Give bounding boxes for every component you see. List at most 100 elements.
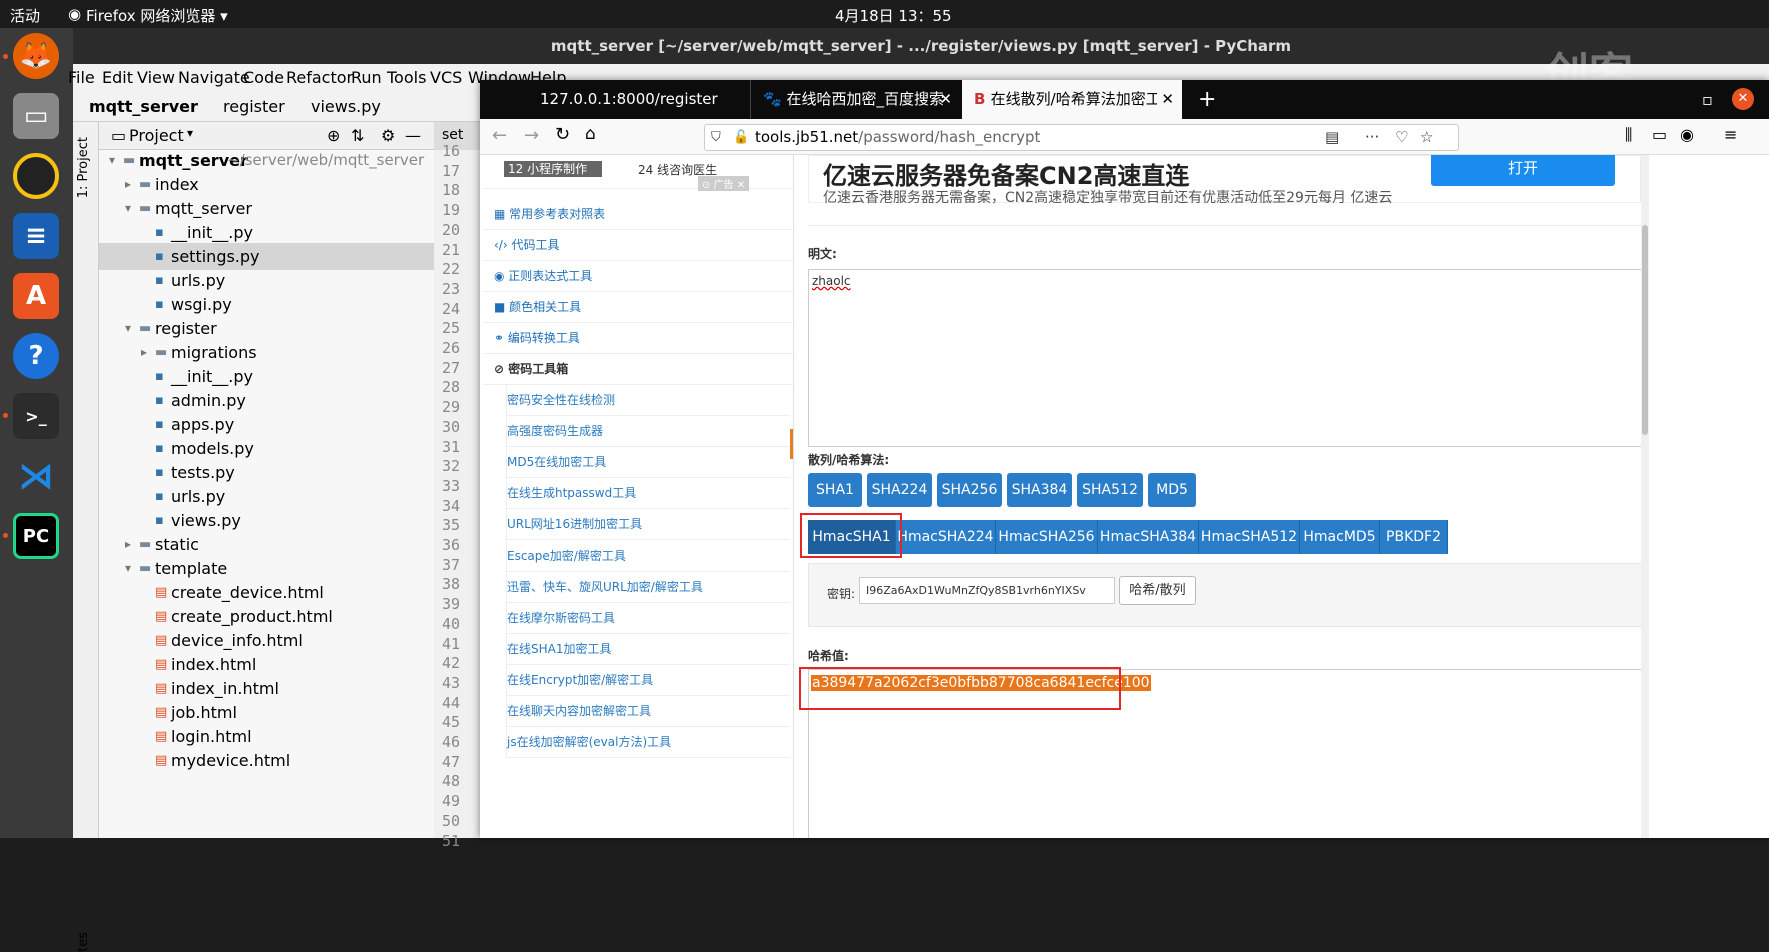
- reload-icon[interactable]: ↻: [555, 124, 570, 145]
- tree-item[interactable]: ▪ apps.py: [99, 411, 434, 438]
- project-tool-tab[interactable]: 1: Project tes: [73, 122, 99, 952]
- tree-item[interactable]: ▾ ▬ mqtt_server: [99, 195, 434, 222]
- menu-file[interactable]: File: [68, 68, 95, 87]
- tree-item[interactable]: ▤ job.html: [99, 699, 434, 726]
- shield-icon[interactable]: ⛉: [711, 125, 721, 150]
- key-input[interactable]: I96Za6AxD1WuMnZfQy8SB1vrh6nYIXSv: [859, 577, 1115, 604]
- hmac-button-hmacsha512[interactable]: HmacSHA512: [1199, 520, 1300, 554]
- algo-button-sha256[interactable]: SHA256: [937, 473, 1002, 507]
- menu-refactor[interactable]: Refactor: [286, 68, 353, 87]
- tool-link[interactable]: 在线SHA1加密工具: [506, 633, 790, 665]
- tree-item[interactable]: ▤ index.html: [99, 651, 434, 678]
- chevron-icon[interactable]: ▾: [125, 555, 131, 582]
- algo-button-sha512[interactable]: SHA512: [1077, 473, 1143, 507]
- terminal-icon[interactable]: >_: [13, 393, 59, 439]
- tree-item[interactable]: ▾ ▬ template: [99, 555, 434, 582]
- tree-item[interactable]: ▸ ▬ static: [99, 531, 434, 558]
- hmac-button-hmacsha256[interactable]: HmacSHA256: [996, 520, 1098, 554]
- menu-view[interactable]: View: [137, 68, 175, 87]
- tree-item[interactable]: ▪ models.py: [99, 435, 434, 462]
- tree-item[interactable]: ▤ login.html: [99, 723, 434, 750]
- sidebar-icon[interactable]: ▭: [1652, 125, 1667, 144]
- collapse-icon[interactable]: ⇅: [351, 126, 364, 145]
- tree-item[interactable]: ▪ urls.py: [99, 483, 434, 510]
- hmac-button-hmacsha384[interactable]: HmacSHA384: [1098, 520, 1199, 554]
- close-icon[interactable]: ✕: [1157, 80, 1174, 119]
- algo-button-sha224[interactable]: SHA224: [867, 473, 932, 507]
- reader-icon[interactable]: ▤: [1325, 125, 1339, 150]
- breadcrumb-file[interactable]: views.py: [311, 97, 381, 116]
- bookmark-star-icon[interactable]: ☆: [1420, 125, 1433, 150]
- chevron-icon[interactable]: ▸: [141, 339, 147, 366]
- tree-item[interactable]: ▤ create_device.html: [99, 579, 434, 606]
- ad-open-button[interactable]: 打开: [1431, 155, 1615, 186]
- scrollbar-thumb[interactable]: [1642, 225, 1648, 435]
- hmac-button-hmacmd5[interactable]: HmacMD5: [1300, 520, 1380, 554]
- new-tab-button[interactable]: +: [1186, 80, 1216, 119]
- tree-item[interactable]: ▪ tests.py: [99, 459, 434, 486]
- sidebar-item[interactable]: ‹/› 代码工具: [484, 230, 794, 261]
- tree-item[interactable]: ▾ ▬ register: [99, 315, 434, 342]
- files-icon[interactable]: ▭: [13, 93, 59, 139]
- algo-button-sha1[interactable]: SHA1: [808, 473, 862, 507]
- algo-button-md5[interactable]: MD5: [1148, 473, 1196, 507]
- tree-item[interactable]: ▤ mydevice.html: [99, 747, 434, 774]
- tree-item[interactable]: ▪ views.py: [99, 507, 434, 534]
- menu-code[interactable]: Code: [243, 68, 284, 87]
- tree-item[interactable]: ▤ index_in.html: [99, 675, 434, 702]
- tab-baidu[interactable]: 🐾 在线哈西加密_百度搜索 ✕: [750, 80, 960, 119]
- firefox-icon[interactable]: 🦊: [13, 33, 59, 79]
- tree-item[interactable]: ▪ admin.py: [99, 387, 434, 414]
- locate-icon[interactable]: ⊕: [327, 126, 340, 145]
- tree-item[interactable]: ▤ device_info.html: [99, 627, 434, 654]
- restore-icon[interactable]: ▫: [1702, 80, 1728, 119]
- sidebar-item[interactable]: ▦ 常用参考表对照表: [484, 199, 794, 230]
- tab-register[interactable]: 127.0.0.1:8000/register: [528, 80, 748, 119]
- tool-link[interactable]: Escape加密/解密工具: [506, 540, 790, 572]
- clock[interactable]: 4月18日 13：55: [835, 5, 952, 26]
- pycharm-icon[interactable]: PC: [13, 513, 59, 559]
- tool-link[interactable]: 迅雷、快车、旋风URL加密/解密工具: [506, 571, 790, 603]
- activities-button[interactable]: 活动: [10, 5, 40, 26]
- tool-link[interactable]: 在线聊天内容加密解密工具: [506, 696, 790, 727]
- tree-item[interactable]: ▪ urls.py: [99, 267, 434, 294]
- library-icon[interactable]: ⫼: [1625, 125, 1632, 145]
- gear-icon[interactable]: ⚙: [381, 126, 395, 145]
- rhythmbox-icon[interactable]: [13, 153, 59, 199]
- ad-item[interactable]: 12 小程序制作: [504, 161, 602, 177]
- ad-badge[interactable]: ⊙ 广告 ✕: [698, 176, 750, 191]
- chevron-down-icon[interactable]: ▾: [187, 126, 193, 140]
- url-bar[interactable]: ⛉ 🔓 tools.jb51.net/password/hash_encrypt…: [704, 124, 1459, 151]
- tool-link[interactable]: URL网址16进制加密工具: [506, 509, 790, 541]
- ad-banner[interactable]: 亿速云服务器免备案CN2高速直连 亿速云香港服务器无需备案，CN2高速稳定独享带…: [808, 155, 1641, 206]
- breadcrumb-project[interactable]: mqtt_server: [89, 97, 198, 116]
- chevron-icon[interactable]: ▸: [125, 531, 131, 558]
- help-icon[interactable]: ?: [13, 333, 59, 379]
- insecure-lock-icon[interactable]: 🔓: [733, 125, 749, 150]
- menu-navigate[interactable]: Navigate: [178, 68, 250, 87]
- hide-icon[interactable]: —: [405, 126, 421, 145]
- project-header-label[interactable]: Project: [129, 126, 184, 145]
- menu-vcs[interactable]: VCS: [430, 68, 462, 87]
- tree-item[interactable]: ▸ ▬ index: [99, 171, 434, 198]
- hash-button[interactable]: 哈希/散列: [1119, 576, 1196, 605]
- tree-item[interactable]: ▪ wsgi.py: [99, 291, 434, 318]
- structure-tab-label[interactable]: tes: [76, 932, 91, 952]
- chevron-icon[interactable]: ▾: [125, 315, 131, 342]
- ad-desc[interactable]: 亿速云香港服务器无需备案，CN2高速稳定独享带宽目前还有优惠活动低至29元每月 …: [823, 187, 1392, 207]
- pocket-icon[interactable]: ♡: [1395, 125, 1408, 150]
- tree-item[interactable]: ▤ create_product.html: [99, 603, 434, 630]
- ad-title[interactable]: 亿速云服务器免备案CN2高速直连: [823, 156, 1189, 191]
- scrollbar[interactable]: [1641, 155, 1649, 838]
- close-icon[interactable]: ✕: [939, 80, 952, 119]
- algo-button-sha384[interactable]: SHA384: [1007, 473, 1072, 507]
- menu-edit[interactable]: Edit: [102, 68, 133, 87]
- forward-icon[interactable]: →: [524, 125, 539, 146]
- tool-link[interactable]: 密码安全性在线检测: [506, 385, 790, 416]
- menu-run[interactable]: Run: [351, 68, 382, 87]
- sidebar-item[interactable]: ⊘ 密码工具箱: [484, 354, 794, 385]
- sidebar-item[interactable]: ◉ 正则表达式工具: [484, 261, 794, 292]
- software-icon[interactable]: A: [13, 273, 59, 319]
- chevron-icon[interactable]: ▾: [125, 195, 131, 222]
- home-icon[interactable]: ⌂: [585, 124, 596, 144]
